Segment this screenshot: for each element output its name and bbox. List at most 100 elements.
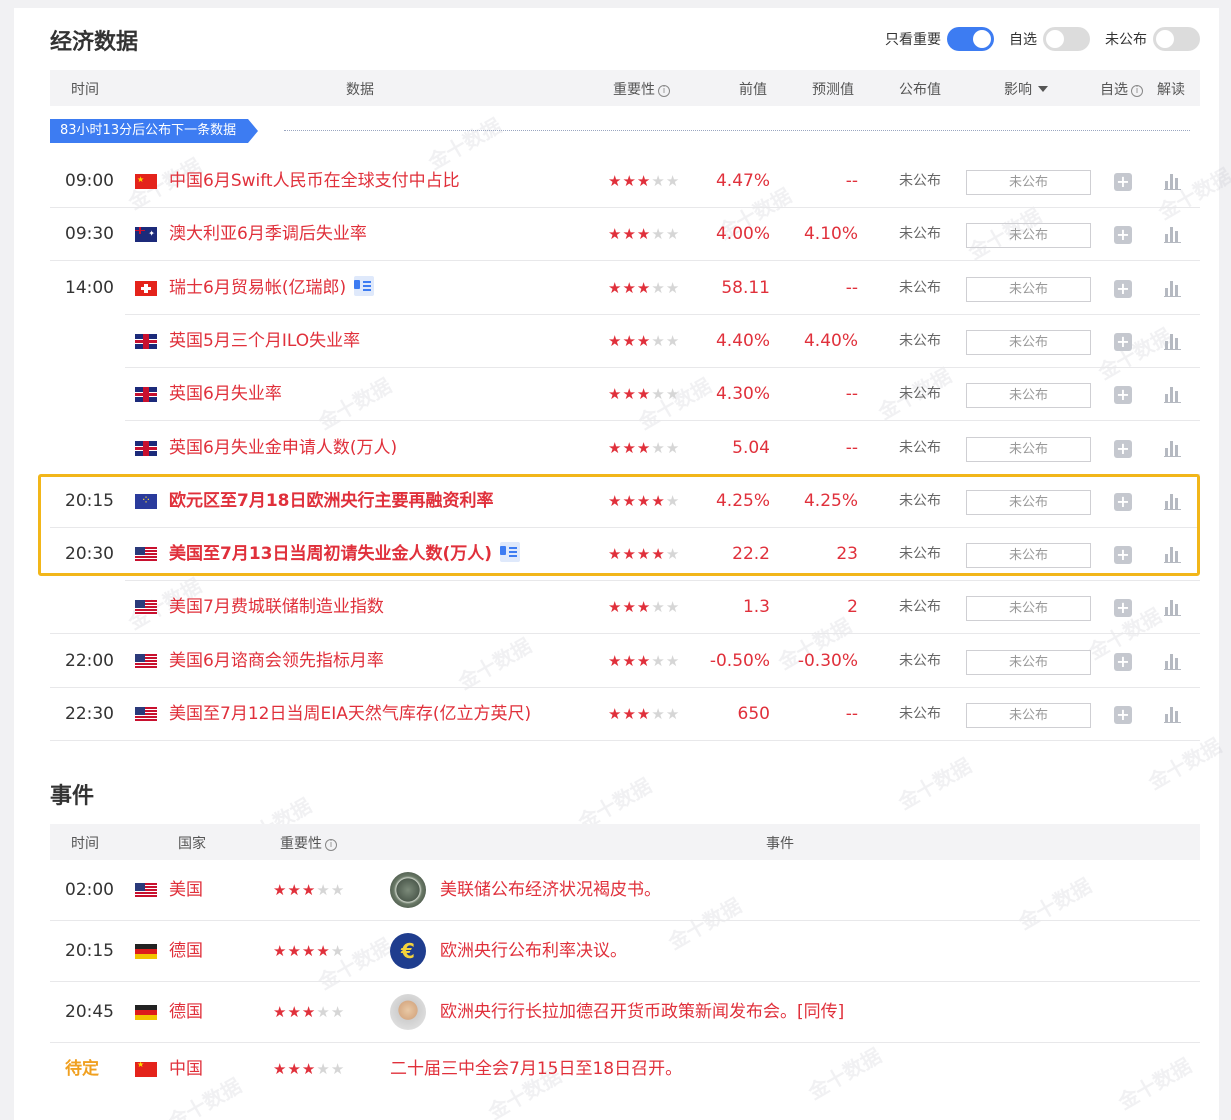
row-chart-button[interactable]: [1164, 492, 1182, 512]
add-watchlist-button[interactable]: +: [1114, 386, 1132, 405]
fed-seal-icon: [390, 872, 426, 908]
toggle-label: 只看重要: [885, 32, 941, 48]
row-name-link[interactable]: 英国6月失业率: [169, 368, 282, 421]
toggle-unpublished[interactable]: 未公布: [1105, 27, 1200, 51]
add-watchlist-button[interactable]: +: [1114, 439, 1132, 458]
star-icon: ★: [608, 278, 623, 297]
econ-data-row[interactable]: 22:30 美国至7月12日当周EIA天然气库存(亿立方英尺) ★★★★★ 65…: [50, 688, 1200, 741]
row-forecast: 4.40%: [803, 330, 858, 351]
row-actual: 未公布: [899, 386, 941, 403]
row-chart-button[interactable]: [1164, 385, 1182, 405]
add-watchlist-button[interactable]: +: [1114, 546, 1132, 565]
add-watchlist-button[interactable]: +: [1114, 332, 1132, 351]
add-watchlist-button[interactable]: +: [1114, 492, 1132, 511]
chart-bars-icon[interactable]: [1164, 225, 1182, 244]
row-name-link[interactable]: 美国6月谘商会领先指标月率: [169, 635, 384, 688]
econ-data-row[interactable]: 英国6月失业金申请人数(万人) ★★★★★ 5.04 -- 未公布 未公布 +: [50, 422, 1200, 475]
row-impact-box: 未公布: [966, 543, 1091, 569]
toggle-switch-on[interactable]: [947, 27, 994, 51]
col-importance[interactable]: 重要性 i: [613, 79, 670, 99]
chart-bars-icon[interactable]: [1164, 385, 1182, 404]
star-icon: ★: [301, 1060, 317, 1078]
row-actual: 未公布: [899, 279, 941, 296]
econ-data-row[interactable]: 英国5月三个月ILO失业率 ★★★★★ 4.40% 4.40% 未公布 未公布 …: [50, 315, 1200, 368]
row-name-link[interactable]: 英国5月三个月ILO失业率: [169, 315, 360, 368]
econ-data-row[interactable]: 美国7月费城联储制造业指数 ★★★★★ 1.3 2 未公布 未公布 +: [50, 581, 1200, 635]
row-chart-button[interactable]: [1164, 545, 1182, 565]
col-impact-dropdown[interactable]: 影响: [1004, 79, 1048, 99]
row-name-link[interactable]: 瑞士6月贸易帐(亿瑞郎): [169, 262, 375, 315]
row-name-link[interactable]: 欧元区至7月18日欧洲央行主要再融资利率: [169, 475, 494, 528]
row-name-link[interactable]: 中国6月Swift人民币在全球支付中占比: [169, 155, 460, 208]
row-name-link[interactable]: 美国7月费城联储制造业指数: [169, 581, 384, 634]
row-impact-box: 未公布: [966, 489, 1091, 515]
chart-bars-icon[interactable]: [1164, 652, 1182, 670]
row-chart-button[interactable]: [1164, 652, 1182, 672]
add-watchlist-button[interactable]: +: [1114, 599, 1132, 618]
event-text[interactable]: 欧洲央行行长拉加德召开货币政策新闻发布会。[同传]: [440, 982, 844, 1042]
interpretation-doc-icon[interactable]: [500, 542, 521, 563]
chart-bars-icon[interactable]: [1164, 598, 1182, 617]
toggle-label: 未公布: [1105, 32, 1147, 48]
row-name: 美国至7月13日当周初请失业金人数(万人): [169, 544, 493, 565]
event-text[interactable]: 美联储公布经济状况褐皮书。: [440, 860, 661, 920]
chart-bars-icon[interactable]: [1164, 545, 1182, 564]
add-watchlist-button[interactable]: +: [1114, 279, 1132, 298]
add-watchlist-button[interactable]: +: [1114, 706, 1132, 724]
event-row[interactable]: 20:15 德国 ★★★★★ € 欧洲央行公布利率决议。: [50, 921, 1200, 982]
add-watchlist-button[interactable]: +: [1114, 226, 1132, 245]
star-icon: ★: [330, 881, 346, 899]
row-chart-button[interactable]: [1164, 172, 1182, 192]
info-icon[interactable]: i: [325, 839, 337, 851]
econ-data-row[interactable]: 20:15 欧元区至7月18日欧洲央行主要再融资利率 ★★★★★ 4.25% 4…: [50, 475, 1200, 528]
chart-bars-icon[interactable]: [1164, 439, 1182, 457]
row-chart-button[interactable]: [1164, 439, 1182, 459]
toggle-important-only[interactable]: 只看重要: [885, 27, 994, 51]
row-name-link[interactable]: 美国至7月12日当周EIA天然气库存(亿立方英尺): [169, 688, 531, 741]
interpretation-doc-icon[interactable]: [354, 275, 375, 296]
row-prev: 22.2: [732, 544, 770, 565]
event-row[interactable]: 02:00 美国 ★★★★★ 美联储公布经济状况褐皮书。: [50, 860, 1200, 921]
econ-data-row[interactable]: 英国6月失业率 ★★★★★ 4.30% -- 未公布 未公布 +: [50, 368, 1200, 422]
row-actual: 未公布: [899, 652, 941, 669]
add-watchlist-button[interactable]: +: [1114, 173, 1132, 191]
chart-bars-icon[interactable]: [1164, 172, 1182, 190]
chart-bars-icon[interactable]: [1164, 279, 1182, 297]
event-text[interactable]: 欧洲央行公布利率决议。: [440, 921, 627, 981]
col-importance[interactable]: 重要性 i: [280, 833, 337, 853]
row-name-link[interactable]: 美国至7月13日当周初请失业金人数(万人): [169, 528, 521, 581]
econ-data-row[interactable]: 22:00 美国6月谘商会领先指标月率 ★★★★★ -0.50% -0.30% …: [50, 635, 1200, 688]
row-flag: [135, 493, 157, 509]
chart-bars-icon[interactable]: [1164, 332, 1182, 350]
econ-data-row[interactable]: 09:00 中国6月Swift人民币在全球支付中占比 ★★★★★ 4.47% -…: [50, 155, 1200, 208]
row-chart-button[interactable]: [1164, 705, 1182, 725]
toggle-switch-off[interactable]: [1153, 27, 1200, 51]
row-name-link[interactable]: 澳大利亚6月季调后失业率: [169, 208, 367, 261]
flag-au-icon: [135, 227, 157, 243]
event-row[interactable]: 20:45 德国 ★★★★★ 欧洲央行行长拉加德召开货币政策新闻发布会。[同传]: [50, 982, 1200, 1043]
event-text[interactable]: 二十届三中全会7月15日至18日召开。: [390, 1039, 682, 1099]
info-icon[interactable]: i: [1131, 85, 1143, 97]
econ-data-row[interactable]: 14:00 瑞士6月贸易帐(亿瑞郎) ★★★★★ 58.11 -- 未公布 未公…: [50, 262, 1200, 315]
row-chart-button[interactable]: [1164, 225, 1182, 245]
row-name-link[interactable]: 英国6月失业金申请人数(万人): [169, 422, 397, 475]
info-icon[interactable]: i: [658, 85, 670, 97]
event-flag: [135, 1062, 157, 1081]
row-flag: [135, 653, 157, 669]
econ-data-row[interactable]: 20:30 美国至7月13日当周初请失业金人数(万人) ★★★★★ 22.2 2…: [50, 528, 1200, 582]
toggle-watchlist[interactable]: 自选: [1009, 27, 1090, 51]
row-chart-button[interactable]: [1164, 332, 1182, 352]
star-icon: ★: [651, 705, 666, 723]
row-chart-button[interactable]: [1164, 279, 1182, 299]
econ-table-header: 时间 数据 重要性 i 前值 预测值 公布值 影响 自选 i 解读: [50, 70, 1200, 106]
econ-data-row[interactable]: 09:30 澳大利亚6月季调后失业率 ★★★★★ 4.00% 4.10% 未公布…: [50, 208, 1200, 262]
row-time: 22:30: [65, 704, 114, 724]
row-time: 20:15: [65, 490, 114, 511]
event-row[interactable]: 待定 中国 ★★★★★ 二十届三中全会7月15日至18日召开。: [50, 1039, 1200, 1100]
row-importance-stars: ★★★★★: [608, 155, 680, 208]
row-chart-button[interactable]: [1164, 598, 1182, 618]
add-watchlist-button[interactable]: +: [1114, 652, 1132, 671]
toggle-switch-off[interactable]: [1043, 27, 1090, 51]
chart-bars-icon[interactable]: [1164, 705, 1182, 723]
chart-bars-icon[interactable]: [1164, 492, 1182, 510]
